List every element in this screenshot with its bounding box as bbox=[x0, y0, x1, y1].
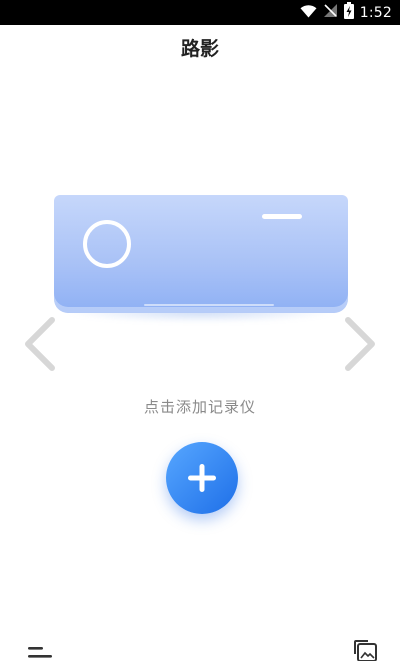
battery-charging-icon bbox=[343, 2, 354, 23]
carousel-prev-button[interactable] bbox=[20, 316, 60, 372]
device-body bbox=[54, 195, 348, 313]
menu-button[interactable] bbox=[28, 640, 54, 665]
device-dash-decoration bbox=[262, 214, 302, 219]
wifi-icon bbox=[300, 3, 317, 22]
add-recorder-button[interactable] bbox=[166, 442, 238, 514]
signal-off-icon bbox=[323, 3, 338, 22]
device-circle-decoration bbox=[83, 220, 131, 268]
device-slot-decoration bbox=[144, 304, 274, 306]
status-time: 1:52 bbox=[359, 4, 392, 21]
status-bar: 1:52 bbox=[0, 0, 400, 25]
gallery-button[interactable] bbox=[354, 640, 378, 665]
chevron-left-icon bbox=[20, 317, 60, 376]
carousel-next-button[interactable] bbox=[340, 316, 380, 372]
add-recorder-hint: 点击添加记录仪 bbox=[143, 398, 256, 416]
status-bar-right: 1:52 bbox=[300, 0, 392, 25]
page-title: 路影 bbox=[180, 38, 219, 60]
menu-icon bbox=[28, 646, 54, 665]
gallery-icon bbox=[354, 640, 378, 665]
chevron-right-icon bbox=[340, 317, 380, 376]
plus-icon bbox=[188, 464, 216, 492]
air-conditioner-illustration[interactable] bbox=[54, 195, 348, 323]
